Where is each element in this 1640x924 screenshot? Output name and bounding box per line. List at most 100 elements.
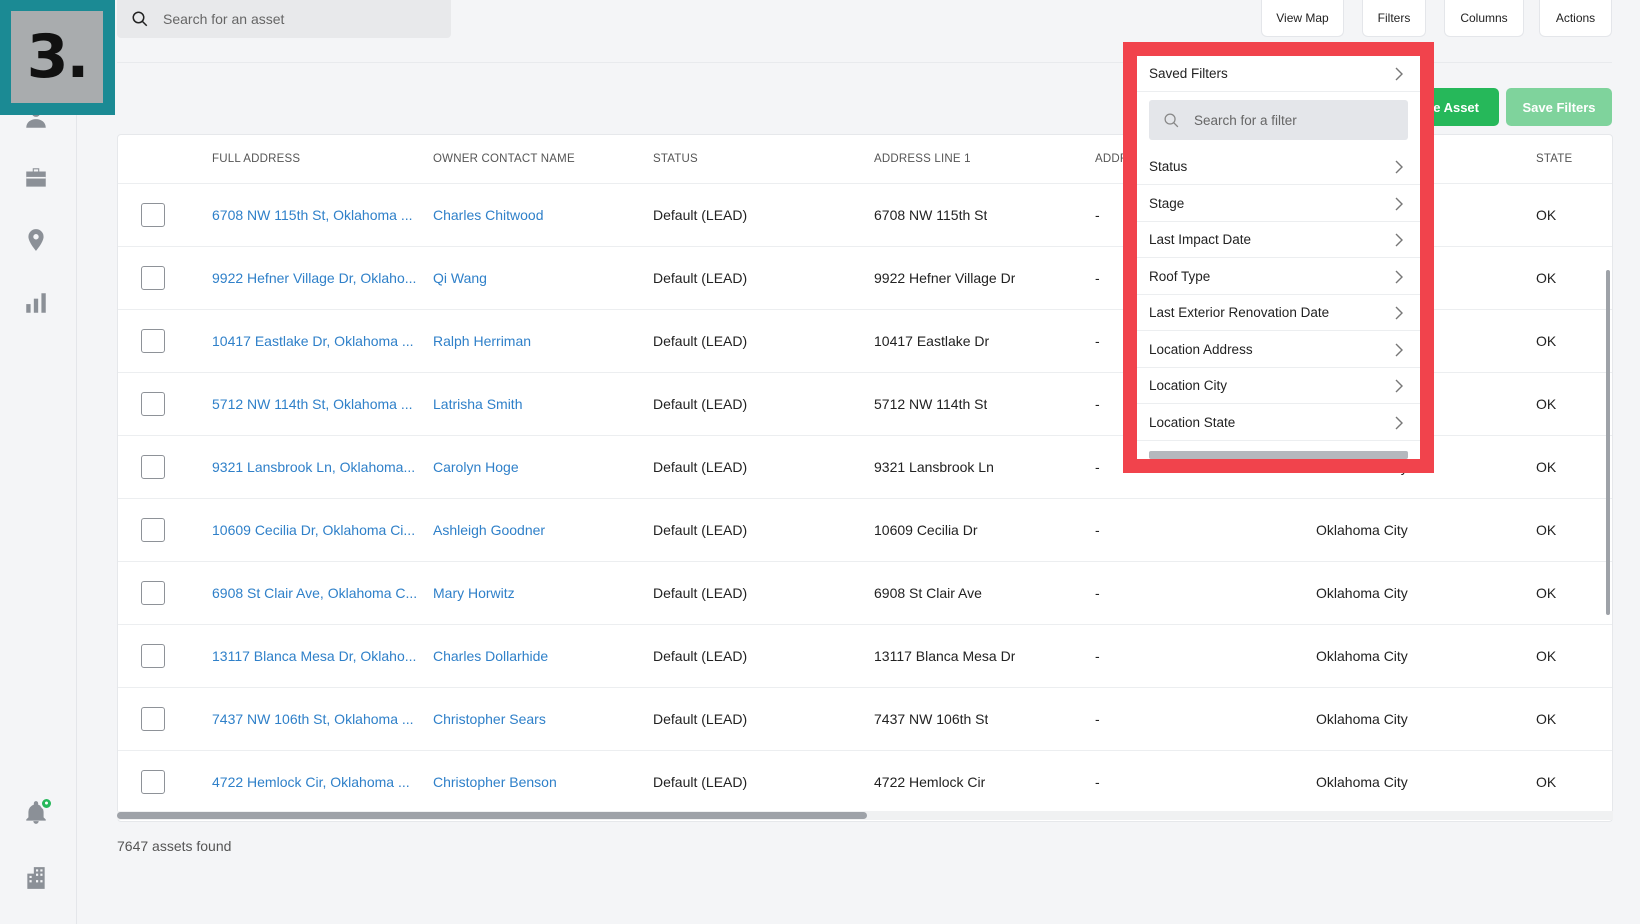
cell-address-line-2: - <box>1095 774 1100 790</box>
cell-state: OK <box>1536 396 1557 412</box>
assets-found-count: 7647 assets found <box>117 838 232 854</box>
cell-status: Default (LEAD) <box>653 333 748 349</box>
header-address-line-1[interactable]: ADDRESS LINE 1 <box>874 135 971 183</box>
cell-full-address[interactable]: 10609 Cecilia Dr, Oklahoma Ci... <box>212 499 415 561</box>
briefcase-icon[interactable] <box>22 164 50 192</box>
asset-search[interactable] <box>117 0 451 38</box>
cell-address-line-1: 9922 Hefner Village Dr <box>874 270 1016 286</box>
table-row[interactable]: 7437 NW 106th St, Oklahoma ... Christophe… <box>118 688 1612 751</box>
cell-full-address[interactable]: 4722 Hemlock Cir, Oklahoma ... <box>212 751 410 813</box>
actions-button[interactable]: Actions <box>1539 0 1612 37</box>
cell-owner-contact-name[interactable]: Ashleigh Goodner <box>433 499 545 561</box>
cell-address-line-2: - <box>1095 207 1100 223</box>
building-icon[interactable] <box>22 864 50 892</box>
cell-state: OK <box>1536 459 1557 475</box>
table-row[interactable]: 10609 Cecilia Dr, Oklahoma Ci... Ashleigh… <box>118 499 1612 562</box>
cell-state: OK <box>1536 711 1557 727</box>
cell-address-line-2: - <box>1095 522 1100 538</box>
cell-address-line-2: - <box>1095 396 1100 412</box>
cell-address-line-2: - <box>1095 711 1100 727</box>
cell-owner-contact-name[interactable]: Qi Wang <box>433 247 487 309</box>
cell-full-address[interactable]: 10417 Eastlake Dr, Oklahoma ... <box>212 310 414 372</box>
header-state[interactable]: STATE <box>1536 135 1572 183</box>
header-owner-contact-name[interactable]: OWNER CONTACT NAME <box>433 135 575 183</box>
header-status[interactable]: STATUS <box>653 135 698 183</box>
cell-owner-contact-name[interactable]: Charles Dollarhide <box>433 625 548 687</box>
view-map-button[interactable]: View Map <box>1261 0 1344 37</box>
row-checkbox[interactable] <box>141 266 165 290</box>
row-checkbox[interactable] <box>141 707 165 731</box>
cell-status: Default (LEAD) <box>653 396 748 412</box>
table-row[interactable]: 4722 Hemlock Cir, Oklahoma ... Christophe… <box>118 751 1612 814</box>
cell-full-address[interactable]: 6908 St Clair Ave, Oklahoma C... <box>212 562 417 624</box>
cell-city: Oklahoma City <box>1316 711 1408 727</box>
cell-status: Default (LEAD) <box>653 270 748 286</box>
cell-full-address[interactable]: 9922 Hefner Village Dr, Oklaho... <box>212 247 416 309</box>
step-badge: 3. <box>0 0 115 115</box>
asset-search-input[interactable] <box>163 11 423 27</box>
notification-badge: ● <box>40 797 53 810</box>
cell-status: Default (LEAD) <box>653 207 748 223</box>
table-row[interactable]: 13117 Blanca Mesa Dr, Oklaho... Charles D… <box>118 625 1612 688</box>
search-icon <box>132 11 148 27</box>
cell-state: OK <box>1536 585 1557 601</box>
save-filters-button[interactable]: Save Filters <box>1506 88 1612 126</box>
cell-address-line-2: - <box>1095 585 1100 601</box>
cell-state: OK <box>1536 333 1557 349</box>
table-row[interactable]: 6908 St Clair Ave, Oklahoma C... Mary Hor… <box>118 562 1612 625</box>
cell-owner-contact-name[interactable]: Charles Chitwood <box>433 184 544 246</box>
cell-city: Oklahoma City <box>1316 648 1408 664</box>
cell-city: Oklahoma City <box>1316 522 1408 538</box>
cell-state: OK <box>1536 648 1557 664</box>
cell-city: Oklahoma City <box>1316 585 1408 601</box>
cell-status: Default (LEAD) <box>653 774 748 790</box>
row-checkbox[interactable] <box>141 644 165 668</box>
bar-chart-icon[interactable] <box>22 289 50 317</box>
row-checkbox[interactable] <box>141 392 165 416</box>
filters-button[interactable]: Filters <box>1362 0 1426 37</box>
location-pin-icon[interactable] <box>22 226 50 254</box>
cell-status: Default (LEAD) <box>653 711 748 727</box>
cell-owner-contact-name[interactable]: Christopher Sears <box>433 688 546 750</box>
row-checkbox[interactable] <box>141 329 165 353</box>
row-checkbox[interactable] <box>141 518 165 542</box>
row-checkbox[interactable] <box>141 770 165 794</box>
row-checkbox[interactable] <box>141 203 165 227</box>
highlight-box <box>1123 42 1434 473</box>
row-checkbox[interactable] <box>141 455 165 479</box>
cell-full-address[interactable]: 9321 Lansbrook Ln, Oklahoma... <box>212 436 415 498</box>
cell-owner-contact-name[interactable]: Ralph Herriman <box>433 310 531 372</box>
cell-address-line-2: - <box>1095 648 1100 664</box>
cell-address-line-1: 6708 NW 115th St <box>874 207 988 223</box>
cell-owner-contact-name[interactable]: Latrisha Smith <box>433 373 522 435</box>
cell-address-line-2: - <box>1095 459 1100 475</box>
cell-state: OK <box>1536 207 1557 223</box>
cell-full-address[interactable]: 13117 Blanca Mesa Dr, Oklaho... <box>212 625 416 687</box>
step-number: 3. <box>26 22 90 92</box>
cell-address-line-1: 10609 Cecilia Dr <box>874 522 978 538</box>
cell-address-line-2: - <box>1095 333 1100 349</box>
cell-status: Default (LEAD) <box>653 522 748 538</box>
cell-status: Default (LEAD) <box>653 585 748 601</box>
header-full-address[interactable]: FULL ADDRESS <box>212 135 300 183</box>
cell-state: OK <box>1536 774 1557 790</box>
cell-status: Default (LEAD) <box>653 648 748 664</box>
cell-status: Default (LEAD) <box>653 459 748 475</box>
cell-address-line-1: 4722 Hemlock Cir <box>874 774 986 790</box>
columns-button[interactable]: Columns <box>1444 0 1524 37</box>
cell-owner-contact-name[interactable]: Carolyn Hoge <box>433 436 519 498</box>
cell-full-address[interactable]: 6708 NW 115th St, Oklahoma ... <box>212 184 413 246</box>
cell-state: OK <box>1536 270 1557 286</box>
cell-address-line-2: - <box>1095 270 1100 286</box>
cell-address-line-1: 10417 Eastlake Dr <box>874 333 990 349</box>
vertical-scrollbar[interactable] <box>1606 270 1610 615</box>
cell-owner-contact-name[interactable]: Mary Horwitz <box>433 562 515 624</box>
cell-full-address[interactable]: 7437 NW 106th St, Oklahoma ... <box>212 688 414 750</box>
cell-address-line-1: 6908 St Clair Ave <box>874 585 982 601</box>
horizontal-scrollbar[interactable] <box>117 812 867 819</box>
cell-state: OK <box>1536 522 1557 538</box>
row-checkbox[interactable] <box>141 581 165 605</box>
cell-full-address[interactable]: 5712 NW 114th St, Oklahoma ... <box>212 373 413 435</box>
cell-address-line-1: 13117 Blanca Mesa Dr <box>874 648 1016 664</box>
cell-owner-contact-name[interactable]: Christopher Benson <box>433 751 557 813</box>
